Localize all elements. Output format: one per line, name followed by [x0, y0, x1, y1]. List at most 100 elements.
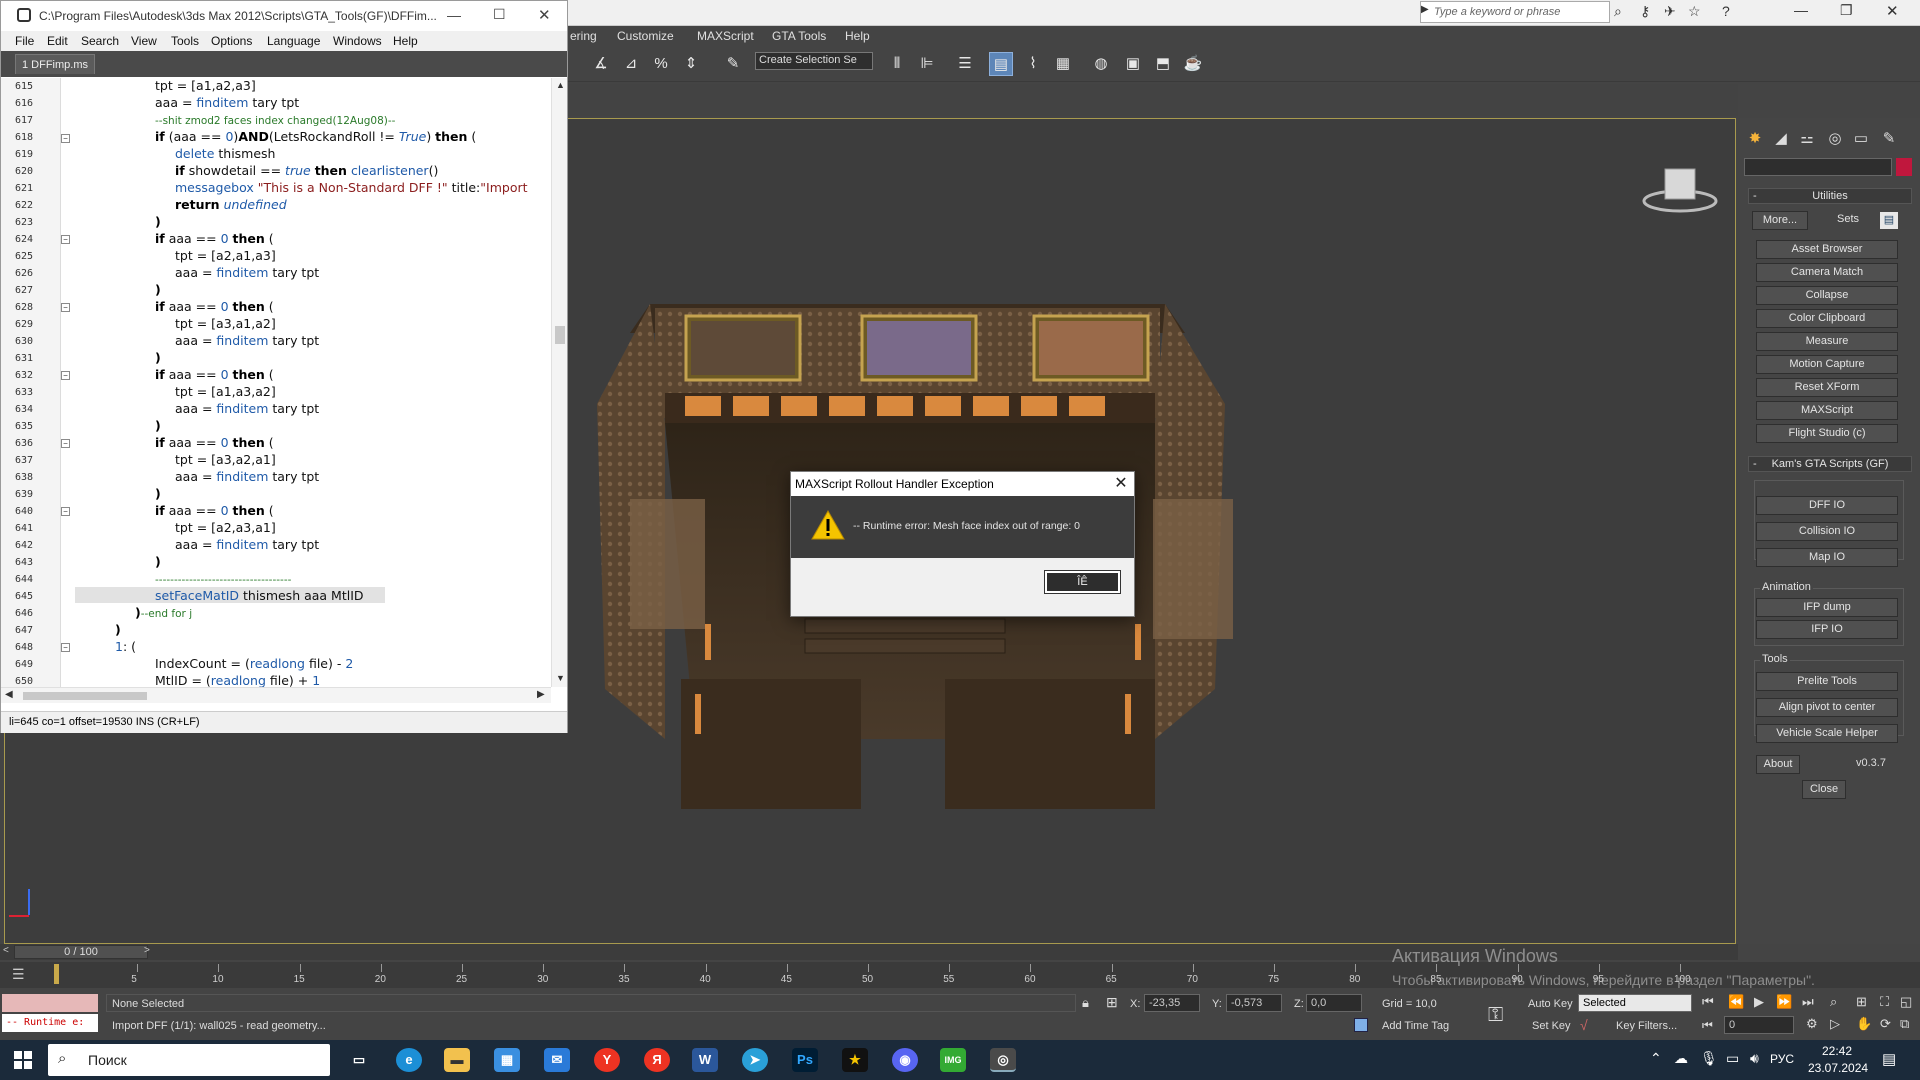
lock-icon[interactable]: 🔒︎ [1082, 995, 1089, 1011]
notifications-icon[interactable]: ▤ [1882, 1050, 1896, 1068]
map-io-button[interactable]: Map IO [1756, 548, 1898, 567]
object-name-field[interactable] [1744, 158, 1892, 176]
scroll-down-icon[interactable]: ▼ [556, 673, 565, 683]
camera-match-button[interactable]: Camera Match [1756, 263, 1898, 282]
play-icon[interactable]: ▶ [1754, 994, 1764, 1010]
maximize-viewport-icon[interactable]: ◱ [1900, 994, 1912, 1010]
horizontal-scroll-thumb[interactable] [23, 692, 147, 700]
discord-icon[interactable]: ◉ [892, 1048, 918, 1072]
add-time-tag[interactable]: Add Time Tag [1382, 1020, 1449, 1032]
fold-toggle-icon[interactable]: − [61, 507, 70, 516]
maximize-toggle-icon[interactable]: ⧉ [1900, 1016, 1909, 1032]
go-to-end-icon[interactable]: ⏭ [1802, 994, 1814, 1010]
utilities-rollout[interactable]: - Utilities [1748, 188, 1912, 204]
measure-button[interactable]: Measure [1756, 332, 1898, 351]
set-key-button[interactable]: Set Key [1532, 1020, 1571, 1032]
listener-mini-white[interactable]: -- Runtime e: [2, 1014, 98, 1032]
motion-tab-icon[interactable]: ◎ [1824, 128, 1846, 150]
menu-maxscript[interactable]: MAXScript [697, 29, 754, 43]
hierarchy-tab-icon[interactable]: ⚍ [1796, 128, 1818, 150]
search-arrow-icon[interactable]: ▶ [1421, 4, 1429, 15]
tray-chevron-icon[interactable]: ⌃ [1650, 1050, 1662, 1067]
scroll-right-icon[interactable]: ▶ [537, 689, 545, 700]
collision-io-button[interactable]: Collision IO [1756, 522, 1898, 541]
display-tab-icon[interactable]: ▭ [1850, 128, 1872, 150]
absolute-mode-icon[interactable]: ⊞ [1106, 994, 1118, 1011]
dff-io-button[interactable]: DFF IO [1756, 496, 1898, 515]
scroll-left-icon[interactable]: ◀ [5, 689, 13, 700]
percent-snap-icon[interactable]: % [649, 52, 673, 76]
volume-icon[interactable]: 🔊︎ [1750, 1050, 1759, 1067]
go-to-start-icon[interactable]: ⏮ [1702, 994, 1714, 1010]
menu-customize[interactable]: Customize [617, 29, 674, 43]
collapse-button[interactable]: Collapse [1756, 286, 1898, 305]
current-frame-marker[interactable] [54, 964, 59, 984]
editor-minimize-icon[interactable]: — [447, 7, 461, 23]
angle-snap-icon[interactable]: ∡ [589, 52, 613, 76]
fold-toggle-icon[interactable]: − [61, 303, 70, 312]
layer-manager-icon[interactable]: ☰ [953, 52, 977, 76]
close-button[interactable]: Close [1802, 780, 1846, 799]
edit-named-selection-icon[interactable]: ✎ [721, 52, 745, 76]
app-star-icon[interactable]: ★ [842, 1048, 868, 1072]
editor-maximize-icon[interactable]: ☐ [493, 6, 506, 23]
key-selection-dropdown[interactable]: Selected [1578, 994, 1692, 1012]
editor-menu-view[interactable]: View [131, 34, 157, 48]
scroll-up-icon[interactable]: ▲ [556, 80, 565, 90]
yandex-icon[interactable]: Я [644, 1048, 670, 1072]
z-coordinate-field[interactable]: 0,0 [1306, 994, 1362, 1012]
star-icon[interactable]: ☆ [1688, 3, 1701, 20]
track-bar-icon[interactable]: ☰ [12, 966, 25, 983]
current-frame-field[interactable]: 0 [1724, 1016, 1794, 1034]
word-icon[interactable]: W [692, 1048, 718, 1072]
modify-tab-icon[interactable]: ◢ [1770, 128, 1792, 150]
ifp-dump-button[interactable]: IFP dump [1756, 598, 1898, 617]
mail-icon[interactable]: ✉ [544, 1048, 570, 1072]
close-icon[interactable]: ✕ [1886, 2, 1899, 20]
telegram-icon[interactable]: ➤ [742, 1048, 768, 1072]
about-button[interactable]: About [1756, 755, 1800, 774]
curve-editor-icon[interactable]: ⌇ [1021, 52, 1045, 76]
satellite-icon[interactable]: ✈ [1664, 3, 1676, 20]
fold-toggle-icon[interactable]: − [61, 235, 70, 244]
yandex-browser-icon[interactable]: Y [594, 1048, 620, 1072]
restore-icon[interactable]: ❐ [1840, 2, 1853, 19]
gta-scripts-rollout[interactable]: - Kam's GTA Scripts (GF) [1748, 456, 1912, 472]
store-icon[interactable]: ▦ [494, 1048, 520, 1072]
mirror-icon[interactable]: ⫴ [885, 52, 909, 76]
asset-browser-button[interactable]: Asset Browser [1756, 240, 1898, 259]
editor-menu-file[interactable]: File [15, 34, 34, 48]
mic-icon[interactable]: 🎙︎ [1700, 1050, 1718, 1067]
listener-mini-pink[interactable] [2, 994, 98, 1012]
code-area[interactable]: tpt = [a1,a2,a3] aaa = finditem tary tpt… [71, 78, 551, 687]
time-slider-thumb[interactable]: 0 / 100 [14, 945, 148, 959]
auto-key-button[interactable]: Auto Key [1528, 998, 1573, 1010]
tab-dffimp[interactable]: 1 DFFimp.ms [15, 54, 95, 74]
ok-button[interactable]: ÎÊ [1044, 570, 1121, 594]
orbit-icon[interactable]: ⟳ [1880, 1016, 1891, 1032]
editor-menu-language[interactable]: Language [267, 34, 320, 48]
zoom-extents-icon[interactable]: ⛶ [1880, 994, 1889, 1010]
search-input[interactable]: Type a keyword or phrase [1434, 6, 1560, 18]
material-editor-icon[interactable]: ◍ [1089, 52, 1113, 76]
align-icon[interactable]: ⊫ [915, 52, 939, 76]
menu-gta-tools[interactable]: GTA Tools [772, 29, 826, 43]
time-tag-icon[interactable] [1354, 1018, 1368, 1032]
minimize-icon[interactable]: — [1794, 2, 1808, 18]
flight-studio-button[interactable]: Flight Studio (c) [1756, 424, 1898, 443]
y-coordinate-field[interactable]: -0,573 [1226, 994, 1282, 1012]
editor-menu-help[interactable]: Help [393, 34, 418, 48]
zoom-icon[interactable]: ⌕ [1830, 994, 1837, 1010]
next-frame-icon[interactable]: > [144, 945, 150, 956]
spinner-snap-icon[interactable]: ⇕ [679, 52, 703, 76]
sets-button[interactable]: Sets [1820, 211, 1876, 230]
schematic-view-icon[interactable]: ▦ [1051, 52, 1075, 76]
key-mode-icon[interactable]: ⚿ [1488, 1004, 1503, 1027]
graphite-ribbon-icon[interactable]: ▤ [989, 52, 1013, 76]
key-mode-toggle-icon[interactable]: ⏮ [1702, 1018, 1713, 1033]
editor-close-icon[interactable]: ✕ [538, 6, 551, 24]
editor-menu-tools[interactable]: Tools [171, 34, 199, 48]
fold-toggle-icon[interactable]: − [61, 134, 70, 143]
clock-time[interactable]: 22:42 [1822, 1044, 1852, 1058]
key-icon[interactable]: ⚷ [1640, 3, 1650, 20]
